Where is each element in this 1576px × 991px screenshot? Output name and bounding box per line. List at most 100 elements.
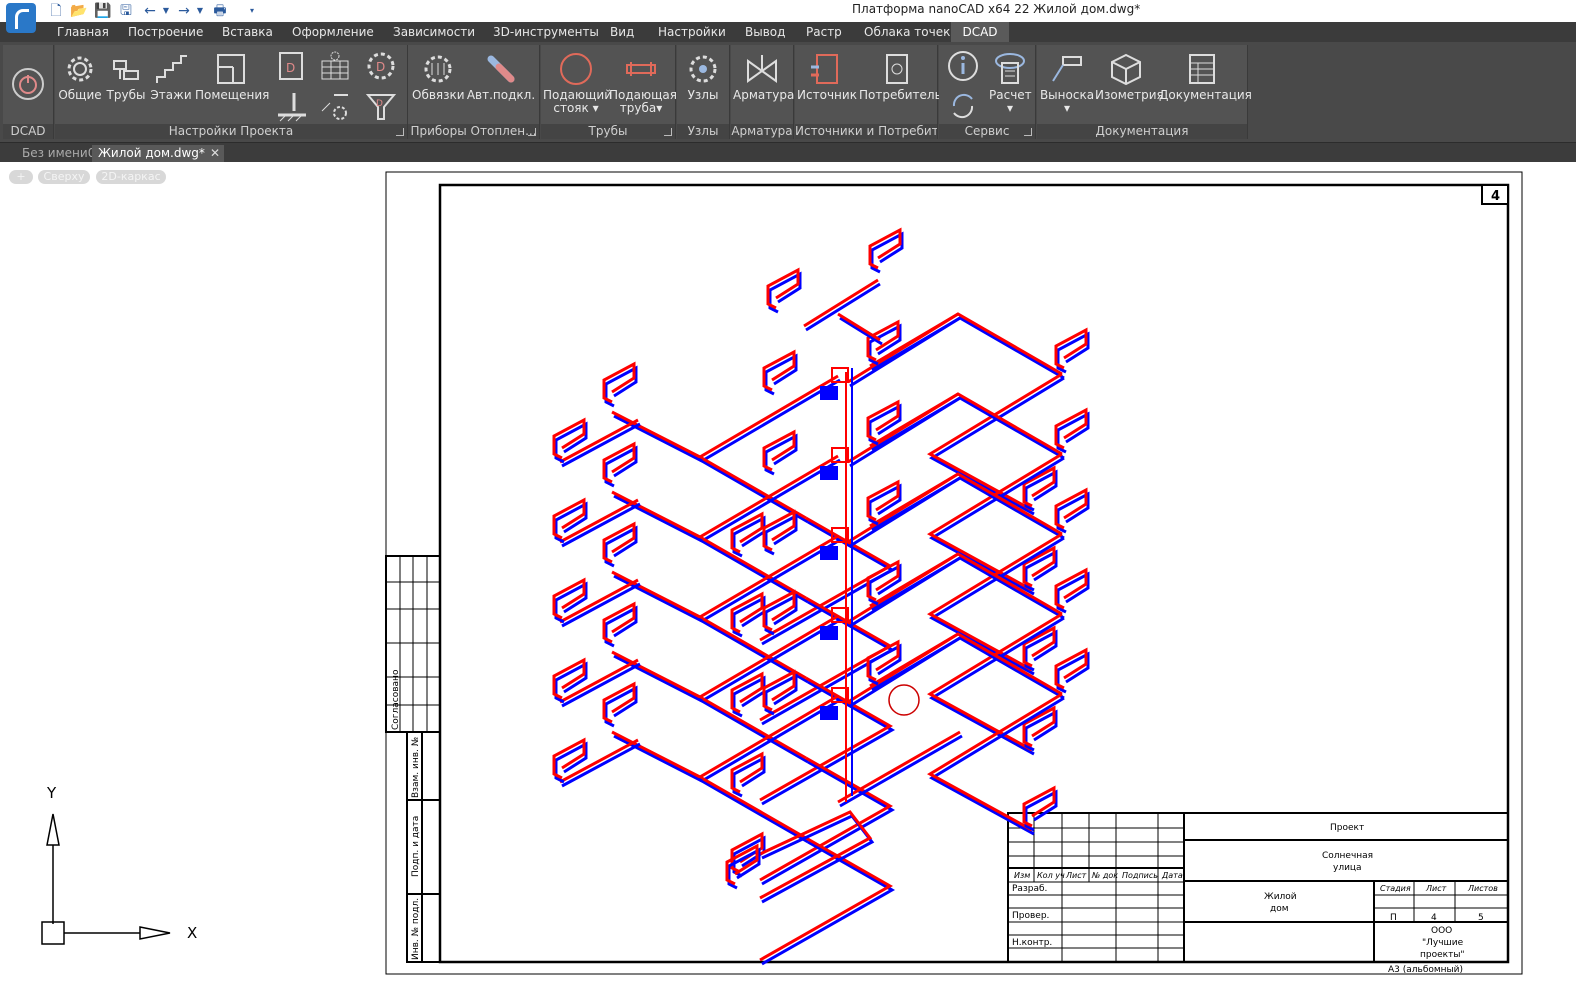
floor-2-riser-fitting bbox=[820, 466, 838, 480]
filter-button[interactable]: D bbox=[363, 89, 399, 125]
panel-launcher-icon[interactable] bbox=[664, 128, 672, 136]
floor-5-left-a-return-pipe bbox=[613, 734, 703, 783]
rooms-button[interactable]: Помещения bbox=[195, 51, 269, 102]
consumer-button[interactable]: Потребитель bbox=[859, 51, 942, 102]
fittings-button[interactable]: Арматура bbox=[733, 51, 794, 102]
tab-build[interactable]: Построение bbox=[128, 25, 203, 39]
panel-launcher-icon[interactable] bbox=[1024, 128, 1032, 136]
sheet-inner-frame bbox=[438, 183, 1510, 964]
power-icon bbox=[12, 68, 44, 100]
calc-button[interactable]: Расчет ▾ bbox=[989, 51, 1032, 115]
svg-text:D: D bbox=[376, 60, 385, 74]
save-all-icon[interactable]: 🖫 bbox=[118, 3, 134, 19]
stairs-icon bbox=[156, 55, 187, 83]
info-button[interactable] bbox=[945, 49, 981, 85]
tb-header-date: Дата bbox=[1161, 871, 1183, 880]
floor-4-riser-fitting bbox=[820, 626, 838, 640]
supply-pipe-label-1: Подающая bbox=[609, 88, 677, 102]
dcad-gear-button[interactable]: D bbox=[363, 49, 399, 85]
customize-qa-icon[interactable]: ▾ bbox=[244, 3, 260, 19]
redo-icon[interactable]: → bbox=[176, 3, 192, 19]
source-button[interactable]: Источник bbox=[797, 51, 857, 102]
tab-point-clouds[interactable]: Облака точек bbox=[864, 25, 950, 39]
supply-pipe-button[interactable]: Подающая труба▾ bbox=[609, 51, 677, 115]
leader-button[interactable]: Выноска ▾ bbox=[1039, 51, 1095, 115]
ucs-x-label: X bbox=[187, 924, 197, 942]
panel-launcher-icon[interactable] bbox=[396, 128, 404, 136]
panel-dcad: DCAD bbox=[3, 45, 54, 139]
tab-annotate[interactable]: Оформление bbox=[292, 25, 374, 39]
bindings-button[interactable]: Обвязки bbox=[412, 51, 465, 102]
gears-arrow-button[interactable] bbox=[317, 89, 353, 125]
tab-settings[interactable]: Настройки bbox=[658, 25, 726, 39]
doc-tab-house-label: Жилой дом.dwg* bbox=[98, 146, 205, 160]
pipes-settings-label: Трубы bbox=[106, 88, 146, 102]
floor-3-right-c-supply-pipe bbox=[869, 472, 959, 528]
documentation-label: Документация bbox=[1159, 88, 1252, 102]
panel-launcher-icon[interactable] bbox=[528, 128, 536, 136]
dcad-doc-button[interactable]: D bbox=[273, 49, 309, 85]
floor-5-center-supply-pipe bbox=[759, 836, 894, 962]
tab-view[interactable]: Вид bbox=[610, 25, 634, 39]
floor-2-right-c-supply-pipe bbox=[869, 392, 959, 448]
tb-sheet-label: Лист bbox=[1425, 884, 1447, 893]
top-drop-return-pipe bbox=[839, 316, 883, 346]
tb-checked: Провер. bbox=[1012, 911, 1049, 921]
dcad-doc-icon: D bbox=[279, 52, 303, 80]
redo-dropdown-icon[interactable]: ▼ bbox=[192, 3, 208, 19]
tb-org-3: проекты" bbox=[1420, 950, 1465, 960]
panel-sources: Источник Потребитель Источники и Потреби… bbox=[795, 45, 942, 139]
panel-fittings: Арматура Арматура bbox=[731, 45, 794, 139]
stamp-inv-swap: Взам. инв. № bbox=[411, 737, 421, 798]
tb-building-2: дом bbox=[1270, 904, 1289, 914]
svg-text:D: D bbox=[286, 61, 295, 75]
floors-label: Этажи bbox=[150, 88, 192, 102]
close-tab-icon[interactable]: ✕ bbox=[204, 145, 226, 162]
leader-icon bbox=[1052, 56, 1082, 82]
tb-stage-label: Стадия bbox=[1380, 884, 1411, 893]
supply-riser-button[interactable]: Подающий стояк ▾ bbox=[543, 51, 612, 115]
tab-home[interactable]: Главная bbox=[57, 25, 109, 39]
save-icon[interactable]: 💾 bbox=[94, 3, 111, 19]
undo-dropdown-icon[interactable]: ▼ bbox=[158, 3, 174, 19]
node-gear-icon bbox=[689, 55, 717, 83]
tab-3d-tools[interactable]: 3D-инструменты bbox=[493, 25, 599, 39]
documentation-button[interactable]: Документация bbox=[1159, 51, 1252, 102]
nodes-button[interactable]: Узлы bbox=[681, 51, 725, 102]
tb-building-1: Жилой bbox=[1264, 892, 1297, 902]
tb-org-1: ООО bbox=[1431, 926, 1452, 936]
tab-raster[interactable]: Растр bbox=[806, 25, 842, 39]
tb-header-count: Кол уч bbox=[1037, 871, 1065, 880]
print-icon[interactable]: 🖶 bbox=[212, 3, 228, 19]
new-file-icon[interactable]: 🗋 bbox=[48, 3, 64, 19]
dcad-power-button[interactable] bbox=[10, 67, 46, 103]
open-icon[interactable]: 📂 bbox=[70, 3, 87, 19]
consumer-icon bbox=[886, 54, 908, 84]
panel-title-pipes: Трубы bbox=[541, 124, 675, 139]
tab-constraints[interactable]: Зависимости bbox=[393, 25, 475, 39]
riser-icon bbox=[560, 53, 592, 85]
drawing-canvas[interactable]: + Сверху 2D-каркас Y X 4 Согласовано Вза… bbox=[0, 162, 1576, 991]
tab-insert[interactable]: Вставка bbox=[222, 25, 273, 39]
tb-sheets-label: Листов bbox=[1467, 884, 1498, 893]
tb-header-change: Изм bbox=[1014, 871, 1030, 880]
floors-button[interactable]: Этажи bbox=[149, 51, 193, 102]
tab-dcad[interactable]: DCAD bbox=[951, 22, 1009, 42]
bindings-label: Обвязки bbox=[412, 88, 465, 102]
tb-norm-control: Н.контр. bbox=[1012, 938, 1052, 948]
doc-tab-untitled[interactable]: Без имени0 bbox=[16, 145, 101, 162]
undo-icon[interactable]: ← bbox=[142, 3, 158, 19]
refresh-button[interactable] bbox=[945, 89, 981, 125]
grid-button[interactable] bbox=[317, 49, 353, 85]
auto-connect-button[interactable]: Авт.подкл. bbox=[466, 51, 536, 102]
tab-output[interactable]: Вывод bbox=[745, 25, 785, 39]
supply-riser-label-2: стояк bbox=[553, 101, 589, 115]
app-logo-icon[interactable] bbox=[6, 3, 36, 33]
pipes-settings-button[interactable]: Трубы bbox=[105, 51, 147, 102]
hatch-button[interactable] bbox=[273, 89, 309, 125]
floor-1-riser-fitting bbox=[820, 386, 838, 400]
general-button[interactable]: Общие bbox=[57, 51, 103, 102]
ucs-y-label: Y bbox=[46, 784, 57, 802]
tb-project: Проект bbox=[1330, 823, 1364, 833]
isometry-button[interactable]: Изометрия bbox=[1095, 51, 1164, 102]
